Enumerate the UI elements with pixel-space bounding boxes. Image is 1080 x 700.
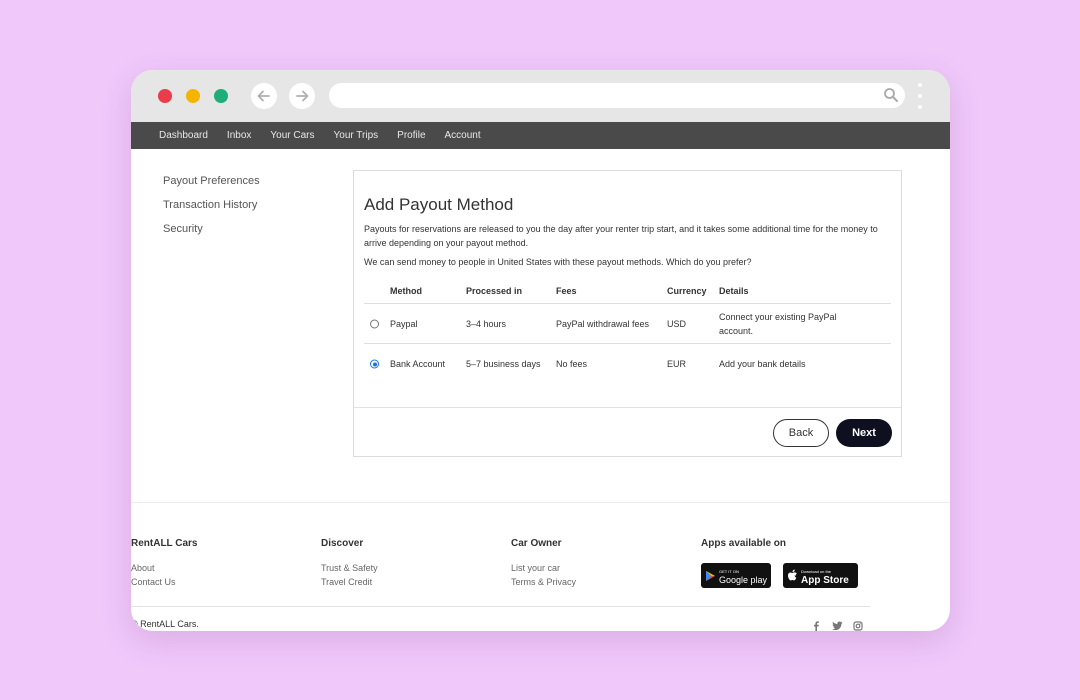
twitter-icon[interactable] [832, 621, 843, 631]
footer-heading: Car Owner [511, 538, 562, 549]
facebook-icon[interactable] [812, 621, 820, 631]
arrow-left-icon [257, 90, 270, 102]
footer-heading: Discover [321, 538, 364, 549]
footer-heading: Apps available on [701, 538, 787, 549]
footer-link-trust-safety[interactable]: Trust & Safety [321, 561, 378, 575]
sidebar-item-transaction-history[interactable]: Transaction History [163, 199, 260, 223]
paypal-radio[interactable] [370, 319, 379, 328]
top-navigation: Dashboard Inbox Your Cars Your Trips Pro… [131, 122, 950, 149]
instagram-icon[interactable] [853, 621, 863, 631]
page-title: Add Payout Method [364, 195, 514, 214]
processed-cell: 5–7 business days [466, 359, 541, 369]
nav-dashboard[interactable]: Dashboard [159, 130, 208, 141]
apple-icon [788, 569, 797, 581]
app-store-badge[interactable]: Download on the App Store [783, 563, 858, 588]
nav-your-cars[interactable]: Your Cars [270, 130, 314, 141]
account-sidebar: Payout Preferences Transaction History S… [163, 175, 260, 247]
footer-column-discover: Discover Trust & Safety Travel Credit [321, 538, 378, 589]
table-row[interactable]: Paypal 3–4 hours PayPal withdrawal fees … [364, 304, 891, 344]
header-method: Method [390, 286, 422, 296]
app-store-big-text: App Store [801, 574, 849, 586]
back-button[interactable]: Back [773, 419, 829, 447]
google-play-icon [706, 570, 715, 581]
currency-cell: EUR [667, 359, 687, 369]
sidebar-item-security[interactable]: Security [163, 223, 260, 247]
footer-link-contact-us[interactable]: Contact Us [131, 575, 198, 589]
footer-link-list-your-car[interactable]: List your car [511, 561, 576, 575]
footer-link-terms-privacy[interactable]: Terms & Privacy [511, 575, 576, 589]
browser-toolbar [131, 70, 950, 122]
back-nav-button[interactable] [251, 83, 277, 109]
header-fees: Fees [556, 286, 577, 296]
maximize-window-button[interactable] [214, 89, 228, 103]
processed-cell: 3–4 hours [466, 318, 507, 329]
next-button[interactable]: Next [836, 419, 892, 447]
fees-cell: PayPal withdrawal fees [556, 318, 650, 329]
footer-bottom-divider [131, 606, 870, 607]
browser-window: Dashboard Inbox Your Cars Your Trips Pro… [131, 70, 950, 631]
table-row[interactable]: Bank Account 5–7 business days No fees E… [364, 344, 891, 384]
payout-question: We can send money to people in United St… [364, 257, 752, 267]
header-processed-in: Processed in [466, 286, 523, 296]
copyright-text: © RentALL Cars. [131, 619, 199, 629]
payout-description: Payouts for reservations are released to… [364, 224, 878, 248]
add-payout-panel: Add Payout Method Payouts for reservatio… [353, 170, 902, 457]
footer-link-about[interactable]: About [131, 561, 198, 575]
arrow-right-icon [296, 90, 309, 102]
details-cell: Add your bank details [719, 359, 806, 369]
payout-methods-table: Method Processed in Fees Currency Detail… [364, 279, 891, 384]
google-play-badge[interactable]: GET IT ON Google play [701, 563, 771, 588]
nav-your-trips[interactable]: Your Trips [334, 130, 379, 141]
footer-divider [131, 502, 950, 503]
method-cell: Bank Account [390, 359, 446, 369]
header-details: Details [719, 286, 749, 296]
footer-column-car-owner: Car Owner List your car Terms & Privacy [511, 538, 576, 589]
currency-cell: USD [667, 318, 687, 329]
footer-link-travel-credit[interactable]: Travel Credit [321, 575, 378, 589]
details-cell: Connect your existing PayPal account. [719, 311, 837, 336]
nav-account[interactable]: Account [445, 130, 481, 141]
more-menu-icon[interactable] [917, 83, 923, 111]
bank-account-radio[interactable] [370, 359, 379, 369]
table-header: Method Processed in Fees Currency Detail… [364, 279, 891, 304]
footer-column-company: RentALL Cars About Contact Us [131, 538, 198, 589]
sidebar-item-payout-preferences[interactable]: Payout Preferences [163, 175, 260, 199]
footer-column-apps: Apps available on [701, 538, 786, 561]
forward-nav-button[interactable] [289, 83, 315, 109]
search-icon[interactable] [883, 87, 899, 103]
address-bar[interactable] [329, 83, 905, 108]
fees-cell: No fees [556, 359, 588, 369]
minimize-window-button[interactable] [186, 89, 200, 103]
footer-heading: RentALL Cars [131, 538, 198, 549]
method-cell: Paypal [390, 318, 418, 329]
panel-divider [354, 407, 901, 408]
header-currency: Currency [667, 286, 707, 296]
google-play-big-text: Google play [719, 574, 768, 585]
nav-inbox[interactable]: Inbox [227, 130, 251, 141]
nav-profile[interactable]: Profile [397, 130, 425, 141]
close-window-button[interactable] [158, 89, 172, 103]
